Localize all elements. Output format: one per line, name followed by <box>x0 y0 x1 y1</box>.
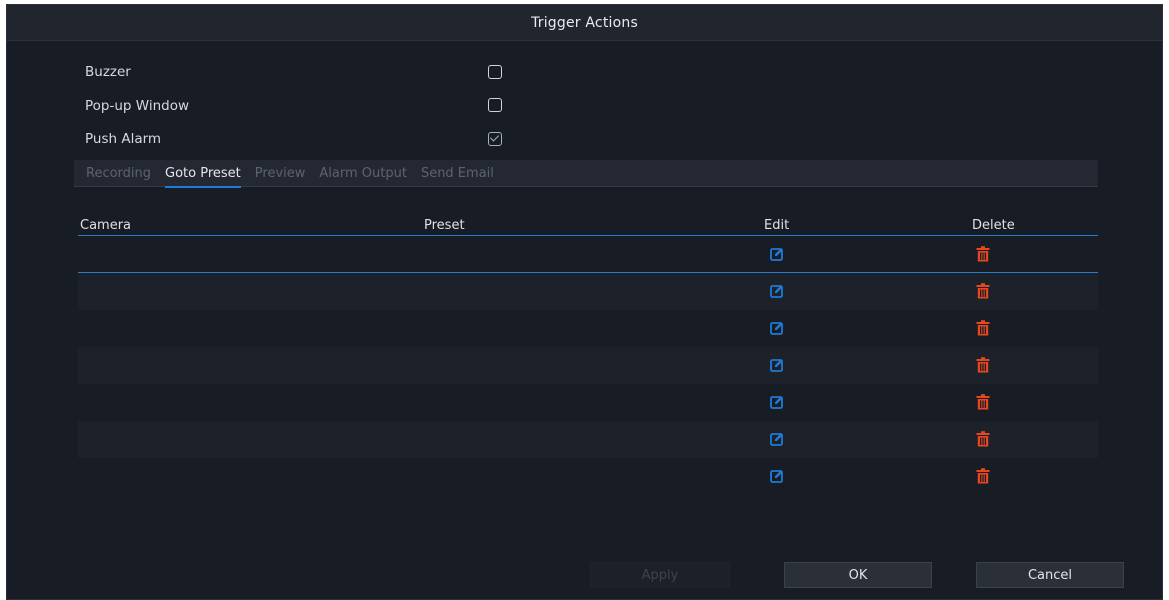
header-edit: Edit <box>764 217 790 233</box>
apply-button[interactable]: Apply <box>590 562 730 588</box>
edit-icon[interactable] <box>770 321 784 335</box>
header-camera[interactable]: Camera <box>80 218 131 233</box>
table-row[interactable] <box>78 236 1098 273</box>
cancel-button[interactable]: Cancel <box>976 562 1124 588</box>
tab-preview[interactable]: Preview <box>255 160 306 187</box>
table-row[interactable] <box>78 347 1098 384</box>
trash-icon[interactable] <box>976 394 990 410</box>
tab-recording[interactable]: Recording <box>86 160 151 187</box>
tab-send-email[interactable]: Send Email <box>421 160 494 187</box>
table-row[interactable] <box>78 384 1098 421</box>
edit-icon[interactable] <box>770 358 784 372</box>
header-preset[interactable]: Preset <box>424 218 465 233</box>
option-popup-window: Pop-up Window <box>85 94 189 118</box>
popup-window-checkbox[interactable] <box>488 98 502 112</box>
trash-icon[interactable] <box>976 246 990 262</box>
table-row[interactable] <box>78 458 1098 495</box>
buzzer-checkbox[interactable] <box>488 65 502 79</box>
edit-icon[interactable] <box>770 469 784 483</box>
push-alarm-checkbox[interactable] <box>488 132 502 146</box>
action-tabs: Recording Goto Preset Preview Alarm Outp… <box>74 160 1098 188</box>
option-label: Push Alarm <box>85 131 162 147</box>
trash-icon[interactable] <box>976 431 990 447</box>
dialog-titlebar: Trigger Actions <box>7 5 1162 41</box>
edit-icon[interactable] <box>770 284 784 298</box>
table-row[interactable] <box>78 310 1098 347</box>
trash-icon[interactable] <box>976 468 990 484</box>
preset-table: Camera Preset Edit Delete <box>78 215 1098 484</box>
edit-icon[interactable] <box>770 432 784 446</box>
edit-icon[interactable] <box>770 395 784 409</box>
option-label: Pop-up Window <box>85 98 190 114</box>
trash-icon[interactable] <box>976 357 990 373</box>
trash-icon[interactable] <box>976 283 990 299</box>
ok-button[interactable]: OK <box>784 562 932 588</box>
tab-goto-preset[interactable]: Goto Preset <box>165 160 241 188</box>
header-delete: Delete <box>972 217 1015 233</box>
dialog-title: Trigger Actions <box>531 14 638 31</box>
edit-icon[interactable] <box>770 247 784 261</box>
option-label: Buzzer <box>85 64 131 80</box>
table-header: Camera Preset Edit Delete <box>78 215 1098 236</box>
tab-alarm-output[interactable]: Alarm Output <box>319 160 407 187</box>
table-row[interactable] <box>78 421 1098 458</box>
trash-icon[interactable] <box>976 320 990 336</box>
option-buzzer: Buzzer <box>85 60 131 84</box>
option-push-alarm: Push Alarm <box>85 127 161 151</box>
table-row[interactable] <box>78 273 1098 310</box>
